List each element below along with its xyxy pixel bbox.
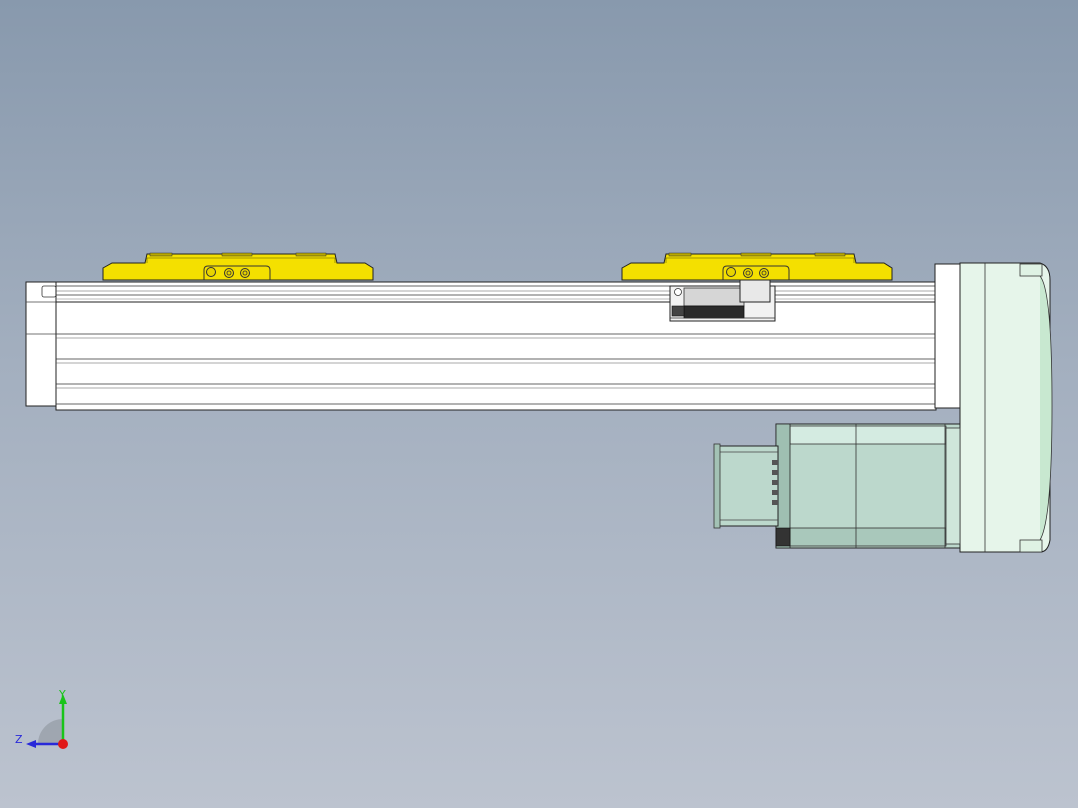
orientation-triad[interactable]: Y Z <box>12 686 82 756</box>
carriage-left[interactable] <box>102 252 374 281</box>
z-axis-label: Z <box>15 733 23 746</box>
limit-sensor[interactable] <box>669 279 776 322</box>
x-axis-dot <box>58 739 68 749</box>
rail-body[interactable] <box>25 281 937 411</box>
z-axis-arrow <box>26 740 36 748</box>
belt-housing[interactable] <box>959 262 1053 553</box>
carriage-right[interactable] <box>621 252 893 281</box>
linear-actuator-model[interactable] <box>0 0 1078 808</box>
motor-mount[interactable] <box>934 263 962 409</box>
servo-motor[interactable] <box>713 423 961 549</box>
cad-viewport[interactable]: Y Z <box>0 0 1078 808</box>
y-axis-label: Y <box>58 688 66 701</box>
